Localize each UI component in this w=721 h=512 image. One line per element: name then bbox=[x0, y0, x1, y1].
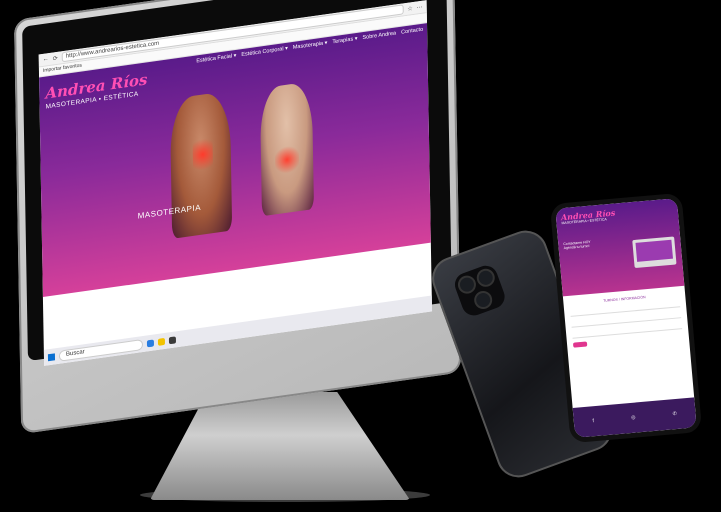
nav-terapias[interactable]: Terapias ▾ bbox=[332, 36, 357, 46]
desktop-monitor: ← ⟳ http://www.andrearios-estetica.com ☆… bbox=[8, 0, 478, 448]
whatsapp-icon[interactable]: ✆ bbox=[672, 411, 677, 417]
phone-screen: Andrea Ríos MASOTERAPIA • ESTÉTICA Conta… bbox=[555, 198, 697, 438]
camera-module-icon bbox=[451, 262, 508, 319]
monitor-frame: ← ⟳ http://www.andrearios-estetica.com ☆… bbox=[14, 0, 462, 435]
windows-start-icon[interactable] bbox=[47, 352, 56, 361]
camera-lens-icon bbox=[457, 275, 476, 294]
facebook-icon[interactable]: f bbox=[592, 418, 594, 424]
windows-taskbar: Buscar bbox=[43, 294, 433, 366]
nav-contacto[interactable]: Contacto bbox=[401, 27, 423, 36]
nav-masoterapia[interactable]: Masoterapia ▾ bbox=[293, 40, 328, 51]
menu-icon[interactable]: ⋯ bbox=[417, 3, 423, 11]
phone-hero: Andrea Ríos MASOTERAPIA • ESTÉTICA Conta… bbox=[555, 198, 685, 297]
store-icon[interactable] bbox=[168, 335, 177, 344]
folder-icon[interactable] bbox=[157, 337, 166, 346]
monitor-screen: ← ⟳ http://www.andrearios-estetica.com ☆… bbox=[38, 0, 433, 366]
nav-sobre-andrea[interactable]: Sobre Andrea bbox=[362, 30, 396, 41]
edge-icon[interactable] bbox=[146, 338, 155, 347]
phone-footer: f ◎ ✆ bbox=[572, 397, 697, 438]
phone-submit-button[interactable] bbox=[572, 341, 588, 348]
phone-front: Andrea Ríos MASOTERAPIA • ESTÉTICA Conta… bbox=[549, 192, 703, 444]
nav-estetica-facial[interactable]: Estética Facial ▾ bbox=[196, 53, 236, 65]
phone-hero-text: Contactame HOY Agendá tu turno! bbox=[563, 239, 591, 251]
back-icon[interactable]: ← bbox=[43, 56, 49, 63]
phone-laptop-image bbox=[632, 236, 677, 269]
camera-lens-icon bbox=[476, 268, 495, 287]
phone-form: TURNOS / INFORMACIÓN bbox=[563, 286, 690, 354]
hero-image-woman bbox=[259, 81, 314, 217]
star-icon[interactable]: ☆ bbox=[407, 5, 412, 13]
instagram-icon[interactable]: ◎ bbox=[631, 415, 636, 421]
reload-icon[interactable]: ⟳ bbox=[53, 54, 58, 62]
taskbar-search[interactable]: Buscar bbox=[58, 338, 144, 362]
nav-estetica-corporal[interactable]: Estética Corporal ▾ bbox=[241, 46, 288, 59]
camera-lens-icon bbox=[474, 291, 493, 309]
hero-image-man bbox=[169, 90, 233, 239]
